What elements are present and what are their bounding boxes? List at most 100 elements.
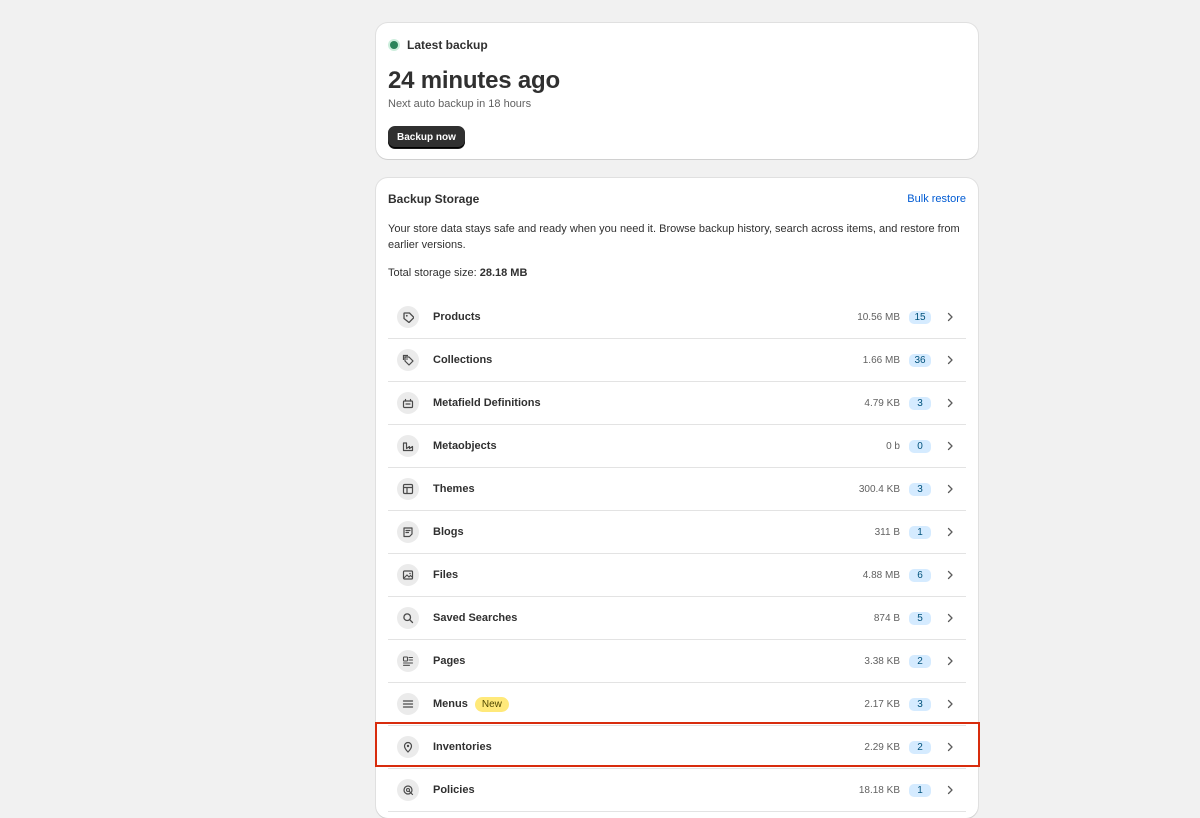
storage-item-label: Policies (433, 784, 475, 796)
layout-icon (397, 478, 419, 500)
chevron-right-icon[interactable] (946, 312, 954, 322)
storage-item-label: Inventories (433, 741, 492, 753)
storage-item-count-badge: 2 (909, 654, 931, 668)
storage-item-meta: 874 B 5 (874, 597, 954, 639)
chevron-right-icon[interactable] (946, 398, 954, 408)
page-icon (397, 650, 419, 672)
storage-item-row-metaobjects[interactable]: Metaobjects 0 b 0 (388, 425, 966, 468)
chevron-right-icon[interactable] (946, 570, 954, 580)
storage-item-row-collections[interactable]: Collections 1.66 MB 36 (388, 339, 966, 382)
backup-storage-description: Your store data stays safe and ready whe… (388, 223, 960, 251)
storage-item-label: Themes (433, 483, 475, 495)
chevron-right-icon[interactable] (946, 699, 954, 709)
storage-item-label: Metafield Definitions (433, 397, 541, 409)
storage-item-meta: 18.18 KB 1 (859, 769, 954, 811)
storage-item-meta: 2.29 KB 2 (864, 726, 954, 768)
total-storage-label: Total storage size: (388, 267, 477, 279)
storage-item-count-badge: 3 (909, 396, 931, 410)
storage-item-size: 300.4 KB (858, 483, 900, 495)
policy-icon (397, 779, 419, 801)
storage-item-label: Blogs (433, 526, 464, 538)
storage-item-label: Metaobjects (433, 440, 497, 452)
storage-item-size: 4.88 MB (862, 569, 900, 581)
latest-backup-status: Latest backup (388, 37, 488, 53)
storage-item-row-pages[interactable]: Pages 3.38 KB 2 (388, 640, 966, 683)
tags-icon (397, 349, 419, 371)
image-icon (397, 564, 419, 586)
chevron-right-icon[interactable] (946, 785, 954, 795)
storage-item-size: 10.56 MB (857, 311, 900, 323)
chevron-right-icon[interactable] (946, 355, 954, 365)
storage-item-count-badge: 15 (909, 310, 931, 324)
storage-item-meta: 0 b 0 (886, 425, 954, 467)
storage-item-label: Files (433, 569, 459, 581)
storage-item-row-products[interactable]: Products 10.56 MB 15 (388, 296, 966, 339)
storage-item-count-badge: 6 (909, 568, 931, 582)
latest-backup-time: 24 minutes ago (388, 67, 560, 94)
storage-item-count-badge: 3 (909, 697, 931, 711)
storage-item-size: 2.17 KB (864, 698, 900, 710)
storage-item-size: 874 B (873, 612, 900, 624)
latest-backup-card: Latest backup 24 minutes ago Next auto b… (376, 23, 978, 159)
storage-item-row-files[interactable]: Files 4.88 MB 6 (388, 554, 966, 597)
storage-item-row-blogs[interactable]: Blogs 311 B 1 (388, 511, 966, 554)
menu-icon (397, 693, 419, 715)
storage-item-size: 2.29 KB (864, 741, 900, 753)
storage-item-meta: 4.88 MB 6 (863, 554, 954, 596)
chevron-right-icon[interactable] (946, 527, 954, 537)
storage-item-label: Collections (433, 354, 493, 366)
bulk-restore-link[interactable]: Bulk restore (907, 193, 966, 205)
chevron-right-icon[interactable] (946, 484, 954, 494)
storage-item-row-inventories[interactable]: Inventories 2.29 KB 2 (388, 726, 966, 769)
backup-storage-card: Backup Storage Bulk restore Your store d… (376, 178, 978, 818)
storage-item-list: Products 10.56 MB 15 Collections 1.66 MB 36 Me… (388, 296, 966, 812)
storage-item-count-badge: 1 (909, 525, 931, 539)
storage-item-size: 3.38 KB (864, 655, 900, 667)
storage-item-label: Saved Searches (433, 612, 518, 624)
storage-item-size: 1.66 MB (862, 354, 900, 366)
storage-item-row-menus[interactable]: Menus New 2.17 KB 3 (388, 683, 966, 726)
storage-item-size: 4.79 KB (864, 397, 900, 409)
tag-icon (397, 306, 419, 328)
storage-item-meta: 4.79 KB 3 (864, 382, 954, 424)
storage-item-size: 18.18 KB (858, 784, 900, 796)
storage-item-count-badge: 5 (909, 611, 931, 625)
storage-item-size: 0 b (886, 440, 900, 452)
backup-now-button[interactable]: Backup now (388, 126, 465, 148)
storage-item-count-badge: 1 (909, 783, 931, 797)
chevron-right-icon[interactable] (946, 742, 954, 752)
location-icon (397, 736, 419, 758)
chevron-right-icon[interactable] (946, 613, 954, 623)
chevron-right-icon[interactable] (946, 441, 954, 451)
new-badge: New (474, 696, 509, 712)
storage-item-row-themes[interactable]: Themes 300.4 KB 3 (388, 468, 966, 511)
storage-item-label: Menus (433, 698, 468, 710)
status-dot-icon (390, 41, 398, 49)
storage-item-count-badge: 2 (909, 740, 931, 754)
search-icon (397, 607, 419, 629)
next-auto-backup-text: Next auto backup in 18 hours (388, 98, 532, 110)
total-storage-size: Total storage size: 28.18 MB (388, 267, 527, 279)
backup-storage-title: Backup Storage (388, 192, 480, 206)
chevron-right-icon[interactable] (946, 656, 954, 666)
storage-item-meta: 3.38 KB 2 (864, 640, 954, 682)
storage-item-size: 311 B (874, 526, 900, 538)
storage-item-count-badge: 36 (909, 353, 931, 367)
storage-item-meta: 2.17 KB 3 (864, 683, 954, 725)
storage-item-label: Pages (433, 655, 466, 667)
storage-item-label: Products (433, 311, 481, 323)
storage-item-count-badge: 3 (909, 482, 931, 496)
blog-icon (397, 521, 419, 543)
latest-backup-label: Latest backup (407, 38, 488, 52)
storage-item-meta: 1.66 MB 36 (863, 339, 954, 381)
storage-item-meta: 311 B 1 (875, 511, 954, 553)
metafield-icon (397, 392, 419, 414)
storage-item-row-policies[interactable]: Policies 18.18 KB 1 (388, 769, 966, 812)
storage-item-count-badge: 0 (909, 439, 931, 453)
storage-item-row-saved-searches[interactable]: Saved Searches 874 B 5 (388, 597, 966, 640)
storage-item-meta: 300.4 KB 3 (859, 468, 954, 510)
storage-item-row-metafield-definitions[interactable]: Metafield Definitions 4.79 KB 3 (388, 382, 966, 425)
storage-item-meta: 10.56 MB 15 (857, 296, 954, 338)
total-storage-value: 28.18 MB (479, 267, 528, 279)
metaobject-icon (397, 435, 419, 457)
